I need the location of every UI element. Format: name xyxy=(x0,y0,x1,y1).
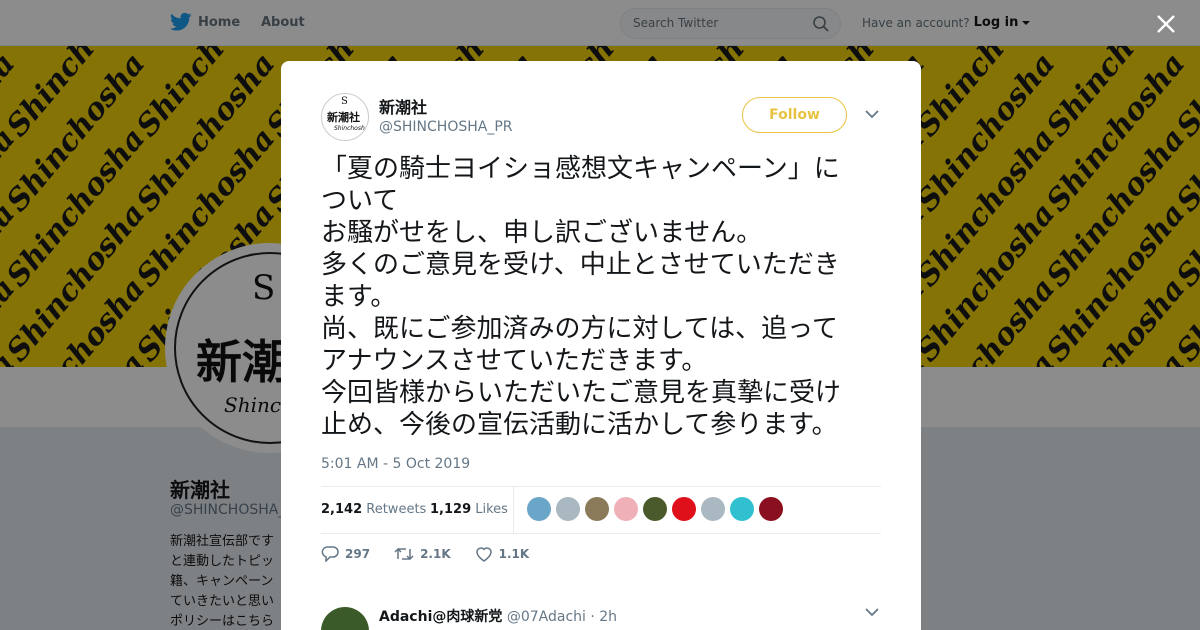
tweet-line: 止め、今後の宣伝活動に活かして参ります。 xyxy=(321,410,838,440)
tweet-line: 今回皆様からいただいたご意見を真摯に受け xyxy=(321,378,842,408)
tweet-stats: 2,142 Retweets 1,129 Likes xyxy=(321,486,881,534)
tweet-line: お騒がせをし、申し訳ございません。 xyxy=(321,218,763,248)
liker-avatar[interactable] xyxy=(585,497,609,521)
mini-avatar-kanji: 新潮社 xyxy=(327,111,360,124)
liker-avatar[interactable] xyxy=(730,497,754,521)
likes-count: 1,129 xyxy=(430,502,472,517)
liker-avatar[interactable] xyxy=(701,497,725,521)
tweet-timestamp[interactable]: 5:01 AM - 5 Oct 2019 xyxy=(321,456,470,472)
likes-stat[interactable]: 1,129 Likes xyxy=(430,502,508,517)
retweet-count: 2.1K xyxy=(420,547,451,561)
liker-avatar[interactable] xyxy=(759,497,783,521)
mini-avatar-sub: Shinchosha xyxy=(334,125,369,132)
tweet-author-handle[interactable]: @SHINCHOSHA_PR xyxy=(379,119,513,135)
tweet-author-avatar[interactable]: S 新潮社 Shinchosha xyxy=(321,93,369,141)
liker-avatar[interactable] xyxy=(643,497,667,521)
like-action[interactable]: 1.1K xyxy=(475,546,530,562)
retweets-label: Retweets xyxy=(366,502,427,517)
retweets-stat[interactable]: 2,142 Retweets xyxy=(321,502,426,517)
heart-icon xyxy=(475,547,492,562)
tweet-actions: 297 2.1K 1.1K xyxy=(321,546,553,562)
close-icon[interactable] xyxy=(1154,12,1178,36)
chevron-down-icon[interactable] xyxy=(865,109,879,119)
tweet-modal: S 新潮社 Shinchosha 新潮社 @SHINCHOSHA_PR Foll… xyxy=(281,61,921,630)
tweet-line: ます。 xyxy=(321,282,397,312)
liker-avatar[interactable] xyxy=(672,497,696,521)
reply-author-avatar[interactable] xyxy=(321,607,369,630)
stats-divider xyxy=(513,487,514,533)
reply-count: 297 xyxy=(345,547,371,561)
tweet-author-name[interactable]: 新潮社 xyxy=(379,94,427,118)
retweets-count: 2,142 xyxy=(321,502,363,517)
tweet-line: アナウンスさせていただきます。 xyxy=(321,346,708,376)
liker-avatar[interactable] xyxy=(556,497,580,521)
reply-author-handle[interactable]: @07Adachi xyxy=(507,609,586,625)
likes-label: Likes xyxy=(475,502,508,517)
retweet-icon xyxy=(394,547,414,561)
tweet-line: ついて xyxy=(321,186,399,216)
mini-avatar-letter: S xyxy=(341,96,348,107)
chevron-down-icon[interactable] xyxy=(865,607,879,617)
follow-button[interactable]: Follow xyxy=(742,97,847,133)
reply-author-name[interactable]: Adachi@肉球新党 xyxy=(379,609,502,625)
liker-avatars xyxy=(527,497,783,521)
liker-avatar[interactable] xyxy=(614,497,638,521)
reply-header: Adachi@肉球新党 @07Adachi · 2h xyxy=(379,606,617,626)
like-count: 1.1K xyxy=(498,547,530,561)
reply-action[interactable]: 297 xyxy=(321,546,370,562)
tweet-text: 「夏の騎士ヨイショ感想文キャンペーン」に ついて お騒がせをし、申し訳ございませ… xyxy=(321,153,883,441)
tweet-line: 尚、既にご参加済みの方に対しては、追って xyxy=(321,314,838,344)
liker-avatar[interactable] xyxy=(527,497,551,521)
tweet-line: 多くのご意見を受け、中止とさせていただき xyxy=(321,250,840,280)
retweet-action[interactable]: 2.1K xyxy=(394,546,451,562)
tweet-line: 「夏の騎士ヨイショ感想文キャンペーン」に xyxy=(321,154,840,184)
reply-time[interactable]: · 2h xyxy=(590,609,617,625)
reply-icon xyxy=(321,546,339,562)
